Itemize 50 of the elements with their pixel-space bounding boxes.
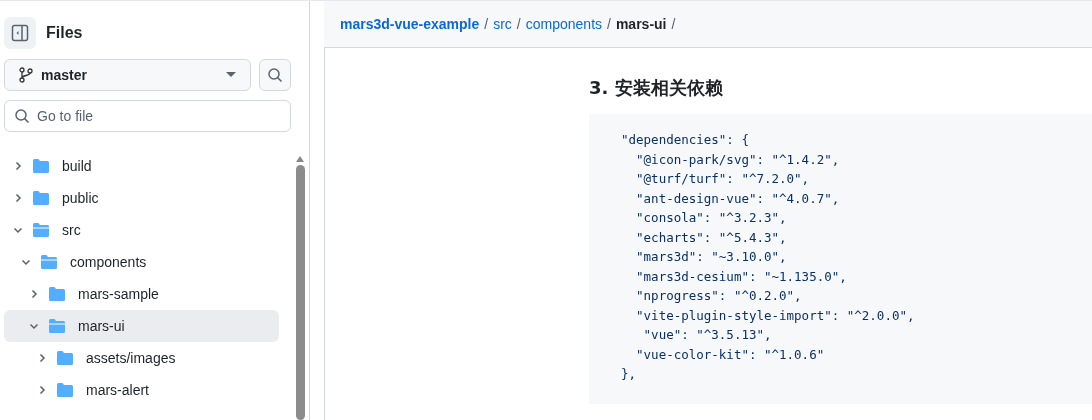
folder-icon <box>32 190 50 206</box>
code-line: "nprogress": "^0.2.0", <box>635 287 803 305</box>
breadcrumb-link[interactable]: components <box>525 16 603 32</box>
caret-icon <box>226 72 236 78</box>
tree-item[interactable]: mars-ui <box>4 310 279 342</box>
scrollbar-thumb[interactable] <box>295 165 305 420</box>
code-line: "echarts": "^5.4.3", <box>635 228 788 247</box>
section-heading: 3. 安装相关依赖 <box>589 76 724 100</box>
tree-item[interactable]: public <box>4 182 279 214</box>
tree-item[interactable]: build <box>4 150 279 182</box>
search-button[interactable] <box>259 59 291 91</box>
code-line: "@turf/turf": "^7.2.0", <box>635 170 811 188</box>
folder-icon <box>56 382 74 398</box>
go-to-file-field[interactable]: Go to file <box>4 100 291 132</box>
sidebar-icon <box>11 24 29 42</box>
open-folder-icon <box>32 222 50 238</box>
search-icon <box>14 108 30 124</box>
collapse-sidebar-button[interactable] <box>4 17 36 49</box>
breadcrumb-link[interactable]: src <box>493 16 512 32</box>
code-line: "@icon-park/svg": "^1.4.2", <box>635 150 841 169</box>
breadcrumb-link[interactable]: mars3d-vue-example <box>340 16 480 32</box>
open-folder-icon <box>40 254 58 270</box>
tree-item[interactable]: components <box>4 246 279 278</box>
code-line: "ant-design-vue": "^4.0.7", <box>635 189 841 208</box>
tree-item[interactable]: assets/images <box>4 342 279 374</box>
breadcrumb-current: mars-ui <box>615 16 667 32</box>
folder-icon <box>32 158 50 174</box>
code-line: "vite-plugin-style-import": "^2.0.0", <box>635 306 916 325</box>
breadcrumb-separator: / <box>671 16 676 32</box>
code-line: }, <box>621 365 638 383</box>
sidebar-title: Files <box>46 24 83 42</box>
code-line: "mars3d": "~3.10.0", <box>635 248 788 266</box>
breadcrumb-separator: / <box>516 16 521 32</box>
scroll-up-arrow-icon[interactable] <box>296 156 304 162</box>
code-line: "vue-color-kit": "^1.0.6" <box>635 345 826 364</box>
tree-item[interactable]: src <box>4 214 279 246</box>
breadcrumb-separator: / <box>607 16 611 32</box>
folder-icon <box>56 350 74 366</box>
search-icon <box>267 67 283 83</box>
code-line: "consola": "^3.2.3", <box>635 209 788 227</box>
tree-item[interactable]: mars-alert <box>4 374 279 406</box>
branch-icon <box>19 67 33 83</box>
breadcrumb-separator: / <box>484 16 489 32</box>
tree-item[interactable]: mars-sample <box>4 278 279 310</box>
code-line: "mars3d-cesium": "~1.135.0", <box>635 267 848 286</box>
code-line: "vue": "^3.5.13", <box>642 326 773 344</box>
folder-icon <box>48 286 66 302</box>
code-line: "dependencies": { <box>621 131 750 149</box>
branch-selector[interactable]: master <box>4 59 251 91</box>
open-folder-icon <box>48 318 66 334</box>
